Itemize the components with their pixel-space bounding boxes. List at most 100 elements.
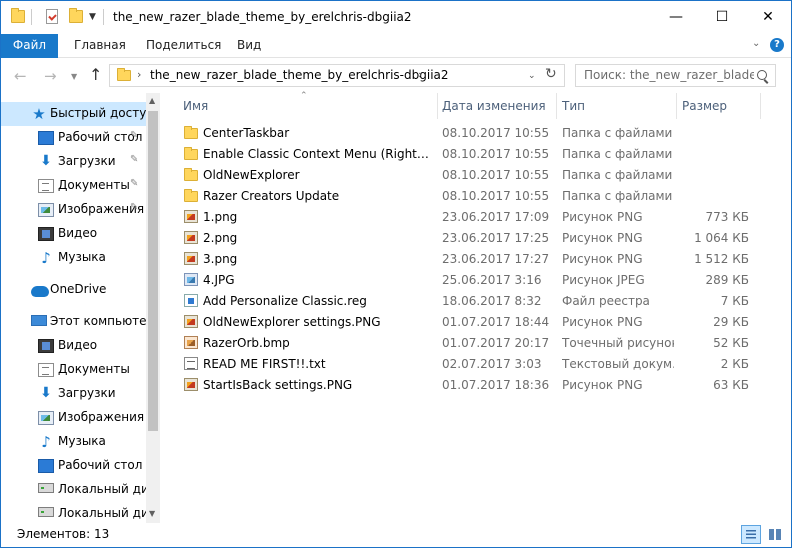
refresh-icon[interactable]: ↻ xyxy=(545,66,557,82)
file-row[interactable]: Add Personalize Classic.reg 18.06.2017 8:… xyxy=(160,291,791,312)
search-input[interactable]: Поиск: the_new_razer_blade_t... xyxy=(584,68,754,82)
sidebar-item[interactable]: ⬇ Загрузки xyxy=(1,382,146,406)
file-row[interactable]: RazerOrb.bmp 01.07.2017 20:17 Точечный рис… xyxy=(160,333,791,354)
close-button[interactable]: ✕ xyxy=(745,1,791,34)
file-size: 7 КБ xyxy=(720,294,749,308)
new-folder-icon[interactable] xyxy=(69,8,83,23)
column-divider[interactable] xyxy=(437,93,438,119)
sidebar-item[interactable]: Документы xyxy=(1,358,146,382)
file-row[interactable]: Enable Classic Context Menu (Right Click… xyxy=(160,144,791,165)
sidebar-item[interactable]: ★ Быстрый доступ xyxy=(1,102,146,126)
up-icon[interactable]: ↑ xyxy=(89,65,102,84)
sidebar-item-label: Музыка xyxy=(58,434,106,448)
file-date: 08.10.2017 10:55 xyxy=(442,147,550,161)
file-date: 23.06.2017 17:27 xyxy=(442,252,550,266)
file-type: Папка с файлами xyxy=(562,126,673,140)
file-date: 25.06.2017 3:16 xyxy=(442,273,542,287)
sidebar-item[interactable]: Видео xyxy=(1,222,146,246)
search-box[interactable]: Поиск: the_new_razer_blade_t... xyxy=(575,64,776,87)
pin-icon: ✎ xyxy=(130,202,139,213)
computer-icon xyxy=(31,315,47,326)
pin-icon: ✎ xyxy=(130,154,139,165)
file-row[interactable]: READ ME FIRST!!.txt 02.07.2017 3:03 Тексто… xyxy=(160,354,791,375)
address-dropdown-icon[interactable]: ⌄ xyxy=(528,71,536,81)
column-divider[interactable] xyxy=(676,93,677,119)
file-type: Рисунок PNG xyxy=(562,252,643,266)
sidebar-item[interactable]: OneDrive xyxy=(1,278,146,302)
sidebar-item[interactable]: ♪ Музыка xyxy=(1,246,146,270)
file-row[interactable]: 4.JPG 25.06.2017 3:16 Рисунок JPEG 289 КБ xyxy=(160,270,791,291)
details-view-button[interactable] xyxy=(741,525,761,544)
sidebar-item[interactable]: Рабочий стол ✎ xyxy=(1,126,146,150)
sidebar-item[interactable]: Изображения ✎ xyxy=(1,198,146,222)
scroll-down-icon[interactable]: ▼ xyxy=(149,509,155,518)
folder-icon xyxy=(184,168,198,181)
folder-icon xyxy=(11,8,25,23)
file-row[interactable]: 1.png 23.06.2017 17:09 Рисунок PNG 773 КБ xyxy=(160,207,791,228)
file-row[interactable]: Razer Creators Update 08.10.2017 10:55 Пап… xyxy=(160,186,791,207)
scrollbar-thumb[interactable] xyxy=(148,111,158,431)
file-row[interactable]: CenterTaskbar 08.10.2017 10:55 Папка с фай… xyxy=(160,123,791,144)
help-icon[interactable]: ? xyxy=(770,38,784,52)
minimize-button[interactable]: — xyxy=(653,1,699,34)
tab-share[interactable]: Поделиться xyxy=(146,34,221,58)
file-row[interactable]: OldNewExplorer 08.10.2017 10:55 Папка с фа… xyxy=(160,165,791,186)
tab-home[interactable]: Главная xyxy=(74,34,126,58)
tab-file[interactable]: Файл xyxy=(1,34,58,58)
file-name: Enable Classic Context Menu (Right Click… xyxy=(203,147,429,161)
sidebar-item[interactable]: Изображения xyxy=(1,406,146,430)
forward-icon[interactable]: → xyxy=(44,67,57,85)
column-header-date[interactable]: Дата изменения xyxy=(442,99,546,119)
sidebar-item-label: Документы xyxy=(58,178,130,192)
large-icons-view-button[interactable] xyxy=(765,525,785,544)
sidebar-item[interactable]: Локальный дис xyxy=(1,478,146,502)
txt-icon xyxy=(184,357,198,370)
file-date: 08.10.2017 10:55 xyxy=(442,189,550,203)
music-icon: ♪ xyxy=(41,249,51,267)
sidebar-item-label: Загрузки xyxy=(58,154,116,168)
navigation-bar: ← → ▼ ↑ › the_new_razer_blade_theme_by_e… xyxy=(1,59,791,93)
breadcrumb-chevron-icon[interactable]: › xyxy=(137,68,141,81)
sidebar-item[interactable]: Документы ✎ xyxy=(1,174,146,198)
pin-icon: ✎ xyxy=(130,178,139,189)
sidebar-item[interactable]: Рабочий стол xyxy=(1,454,146,478)
breadcrumb-current[interactable]: the_new_razer_blade_theme_by_erelchris-d… xyxy=(150,68,449,82)
sidebar-item[interactable]: Этот компьютер xyxy=(1,310,146,334)
column-header-size[interactable]: Размер xyxy=(682,99,727,119)
toolbar-separator xyxy=(31,9,32,25)
column-divider[interactable] xyxy=(556,93,557,119)
properties-icon[interactable] xyxy=(46,9,58,24)
column-header-type[interactable]: Тип xyxy=(562,99,585,119)
maximize-button[interactable]: ☐ xyxy=(699,1,745,34)
file-row[interactable]: StartIsBack settings.PNG 01.07.2017 18:36… xyxy=(160,375,791,396)
column-divider[interactable] xyxy=(760,93,761,119)
back-icon[interactable]: ← xyxy=(14,67,27,85)
file-row[interactable]: OldNewExplorer settings.PNG 01.07.2017 18… xyxy=(160,312,791,333)
jpg-icon xyxy=(184,273,198,286)
file-name: 2.png xyxy=(203,231,238,245)
bmp-icon xyxy=(184,336,198,349)
recent-locations-icon[interactable]: ▼ xyxy=(71,72,77,81)
expand-ribbon-icon[interactable]: ⌄ xyxy=(752,38,760,49)
file-date: 08.10.2017 10:55 xyxy=(442,168,550,182)
sidebar-item[interactable]: ♪ Музыка xyxy=(1,430,146,454)
scroll-up-icon[interactable]: ▲ xyxy=(149,96,155,105)
navigation-scrollbar[interactable]: ▲ ▼ xyxy=(146,93,160,523)
sidebar-item[interactable]: Видео xyxy=(1,334,146,358)
sidebar-item-label: Локальный дис xyxy=(58,506,146,520)
address-bar[interactable]: › the_new_razer_blade_theme_by_erelchris… xyxy=(109,64,565,87)
breadcrumb-chevron-icon[interactable]: › xyxy=(418,68,422,81)
sidebar-item-label: Видео xyxy=(58,338,98,352)
column-header-name[interactable]: Имя xyxy=(183,99,208,119)
window-title: the_new_razer_blade_theme_by_erelchris-d… xyxy=(113,10,412,24)
file-name: 4.JPG xyxy=(203,273,235,287)
tab-view[interactable]: Вид xyxy=(237,34,261,58)
file-date: 18.06.2017 8:32 xyxy=(442,294,542,308)
desktop-icon xyxy=(38,459,54,473)
file-date: 02.07.2017 3:03 xyxy=(442,357,542,371)
customize-quick-access-icon[interactable]: ▼ xyxy=(89,13,96,22)
file-row[interactable]: 3.png 23.06.2017 17:27 Рисунок PNG 1 512 КБ xyxy=(160,249,791,270)
sidebar-item-label: Быстрый доступ xyxy=(50,106,146,120)
file-row[interactable]: 2.png 23.06.2017 17:25 Рисунок PNG 1 064 КБ xyxy=(160,228,791,249)
sidebar-item[interactable]: ⬇ Загрузки ✎ xyxy=(1,150,146,174)
